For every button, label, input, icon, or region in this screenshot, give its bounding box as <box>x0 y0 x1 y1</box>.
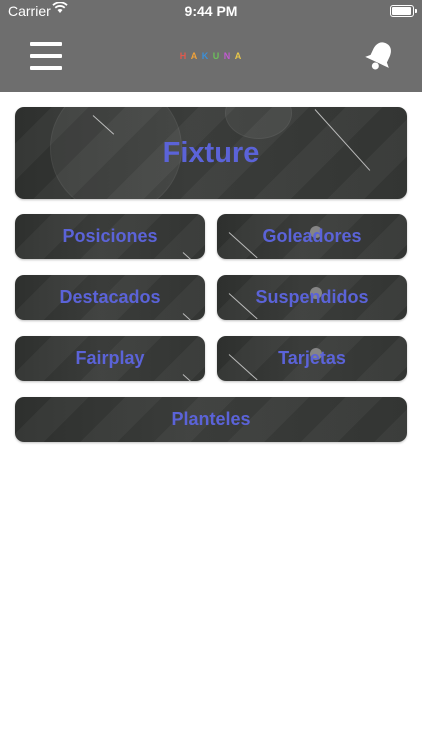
posiciones-button[interactable]: Posiciones <box>15 214 205 259</box>
fairplay-button[interactable]: Fairplay <box>15 336 205 381</box>
posiciones-label: Posiciones <box>62 226 158 246</box>
status-bar: Carrier 9:44 PM <box>0 0 422 22</box>
clock: 9:44 PM <box>184 3 238 19</box>
logo-letter: K <box>201 51 210 61</box>
logo-letter: H <box>179 51 188 61</box>
destacados-button[interactable]: Destacados <box>15 275 205 320</box>
suspendidos-label: Suspendidos <box>255 287 369 307</box>
tarjetas-label: Tarjetas <box>278 348 346 368</box>
logo-letter: N <box>223 51 232 61</box>
goleadores-button[interactable]: Goleadores <box>217 214 407 259</box>
suspendidos-button[interactable]: Suspendidos <box>217 275 407 320</box>
fixture-button[interactable]: Fixture <box>15 107 407 199</box>
planteles-button[interactable]: Planteles <box>15 397 407 442</box>
logo-letter: A <box>234 51 243 61</box>
planteles-label: Planteles <box>171 409 251 429</box>
logo-letter: U <box>212 51 221 61</box>
goleadores-label: Goleadores <box>262 226 362 246</box>
battery-icon <box>390 5 417 17</box>
tarjetas-button[interactable]: Tarjetas <box>217 336 407 381</box>
fixture-label: Fixture <box>162 136 260 169</box>
navigation-bar: H A K U N A <box>0 22 422 92</box>
app-logo: H A K U N A <box>0 51 422 61</box>
fairplay-label: Fairplay <box>75 348 145 368</box>
logo-letter: A <box>190 51 199 61</box>
notification-bell-icon[interactable] <box>362 38 398 74</box>
destacados-label: Destacados <box>59 287 161 307</box>
